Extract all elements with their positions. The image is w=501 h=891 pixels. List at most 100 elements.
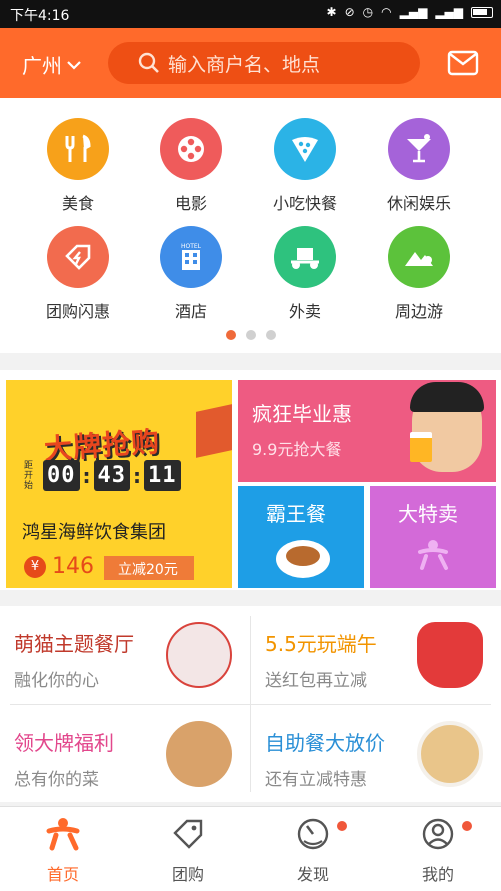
dianping-logo-icon	[418, 540, 448, 570]
page-indicator	[0, 330, 501, 340]
red-packet-image	[417, 622, 483, 688]
hotel-icon: HOTEL	[160, 226, 222, 288]
countdown-timer: 距开始 00 : 43 : 11	[24, 460, 181, 491]
delivery-icon	[274, 226, 336, 288]
graduation-title: 疯狂毕业惠	[252, 402, 352, 426]
theme-list: 萌猫主题餐厅 融化你的心 5.5元玩端午 送红包再立减 领大牌福利 总有你的菜 …	[0, 606, 501, 802]
search-placeholder: 输入商户名、地点	[168, 53, 321, 76]
tab-discover[interactable]: 发现	[263, 817, 363, 885]
promo-price: ¥ 146	[24, 554, 94, 579]
divider	[10, 704, 491, 705]
theme-subtitle: 送红包再立减	[265, 671, 367, 691]
signal-icon-2: ▂▄▆	[435, 5, 463, 19]
ribbon-decoration	[196, 404, 232, 458]
sale-promo[interactable]: 大特卖	[370, 486, 496, 588]
tab-label: 我的	[421, 865, 454, 884]
city-selector[interactable]: 广州	[22, 50, 82, 79]
countdown-hours: 00	[43, 460, 80, 491]
yen-icon: ¥	[24, 555, 46, 578]
promo-section: 大牌抢购 距开始 00 : 43 : 11 鸿星海鲜饮食集团 ¥ 146 立减2…	[0, 370, 501, 590]
page-dot[interactable]	[245, 330, 256, 340]
alarm-icon: ◷	[362, 5, 374, 19]
theme-title: 自助餐大放价	[265, 731, 385, 755]
compass-icon	[297, 818, 329, 850]
category-grid: 美食 电影 小吃快餐 休闲娱乐 团购闪惠 HOTEL 酒店 外卖 周边游	[0, 98, 501, 353]
category-xiaochi[interactable]: 小吃快餐	[250, 118, 360, 214]
tab-mine[interactable]: 我的	[388, 817, 488, 885]
bawang-promo[interactable]: 霸王餐	[238, 486, 364, 588]
cocktail-icon	[388, 118, 450, 180]
mountain-icon	[388, 226, 450, 288]
category-label: 小吃快餐	[272, 194, 337, 213]
home-dianping-icon	[46, 818, 80, 851]
promo-person-hair	[410, 382, 484, 412]
status-icons: ✱ ⊘ ◷ ◠ ▂▄▆ ▂▄▆	[327, 5, 493, 19]
tab-label: 团购	[171, 865, 204, 884]
theme-card[interactable]: 领大牌福利 总有你的菜	[0, 705, 250, 803]
theme-title: 领大牌福利	[14, 731, 114, 755]
svg-text:HOTEL: HOTEL	[181, 243, 202, 250]
notification-badge	[337, 821, 347, 831]
sale-title: 大特卖	[398, 502, 458, 526]
status-bar: 下午4:16 ✱ ⊘ ◷ ◠ ▂▄▆ ▂▄▆	[0, 0, 501, 28]
theme-card[interactable]: 萌猫主题餐厅 融化你的心	[0, 606, 250, 704]
buffet-platter-image	[417, 721, 483, 787]
graduation-subtitle: 9.9元抢大餐	[252, 440, 342, 459]
category-label: 周边游	[394, 302, 443, 321]
category-meishi[interactable]: 美食	[23, 118, 133, 214]
theme-title: 萌猫主题餐厅	[14, 632, 134, 656]
bottom-tab-bar: 首页 团购 发现 我的	[0, 806, 501, 891]
category-label: 美食	[61, 194, 94, 213]
steak-dish-image	[276, 540, 330, 578]
category-label: 休闲娱乐	[386, 194, 451, 213]
city-label: 广州	[22, 54, 62, 78]
tab-home[interactable]: 首页	[13, 817, 113, 885]
tab-groupbuy[interactable]: 团购	[138, 817, 238, 885]
tab-label: 发现	[296, 865, 329, 884]
category-waimai[interactable]: 外卖	[250, 226, 360, 322]
page-dot[interactable]	[225, 330, 236, 340]
price-value: 146	[52, 554, 94, 579]
app-header: 广州 输入商户名、地点	[0, 28, 501, 98]
user-icon	[422, 818, 454, 850]
graduation-promo[interactable]: 疯狂毕业惠 9.9元抢大餐	[238, 380, 496, 482]
theme-card[interactable]: 5.5元玩端午 送红包再立减	[251, 606, 501, 704]
status-time: 下午4:16	[10, 8, 70, 24]
search-bar[interactable]: 输入商户名、地点	[108, 42, 420, 84]
countdown-seconds: 11	[144, 460, 181, 491]
wifi-icon: ◠	[381, 5, 392, 19]
fork-knife-icon	[47, 118, 109, 180]
film-reel-icon	[160, 118, 222, 180]
category-label: 外卖	[288, 302, 321, 321]
big-brand-promo[interactable]: 大牌抢购 距开始 00 : 43 : 11 鸿星海鲜饮食集团 ¥ 146 立减2…	[6, 380, 232, 588]
theme-card[interactable]: 自助餐大放价 还有立减特惠	[251, 705, 501, 803]
category-jiudian[interactable]: HOTEL 酒店	[136, 226, 246, 322]
tab-label: 首页	[46, 865, 79, 884]
theme-title: 5.5元玩端午	[265, 632, 377, 656]
category-dianying[interactable]: 电影	[136, 118, 246, 214]
bluetooth-icon: ✱	[326, 5, 337, 19]
bawang-title: 霸王餐	[266, 502, 326, 526]
cat-mascot-image	[166, 622, 232, 688]
category-label: 电影	[174, 194, 207, 213]
tag-icon	[173, 819, 203, 849]
theme-subtitle: 融化你的心	[14, 671, 99, 691]
brand-food-image	[166, 721, 232, 787]
theme-subtitle: 总有你的菜	[14, 770, 99, 790]
mute-icon: ⊘	[344, 5, 355, 19]
signal-icon: ▂▄▆	[399, 5, 428, 19]
discount-tag: 立减20元	[104, 556, 194, 580]
category-tuangou[interactable]: 团购闪惠	[23, 226, 133, 322]
mail-icon[interactable]	[447, 50, 479, 76]
battery-icon	[471, 6, 493, 18]
page-dot[interactable]	[265, 330, 276, 340]
promo-company: 鸿星海鲜饮食集团	[22, 522, 166, 543]
category-xiuxian[interactable]: 休闲娱乐	[364, 118, 474, 214]
search-icon	[138, 52, 159, 73]
countdown-label: 距开始	[24, 460, 34, 491]
category-label: 团购闪惠	[45, 302, 110, 321]
category-label: 酒店	[174, 302, 207, 321]
beer-icon	[410, 432, 432, 462]
category-zhoubian[interactable]: 周边游	[364, 226, 474, 322]
chevron-down-icon	[67, 60, 81, 70]
